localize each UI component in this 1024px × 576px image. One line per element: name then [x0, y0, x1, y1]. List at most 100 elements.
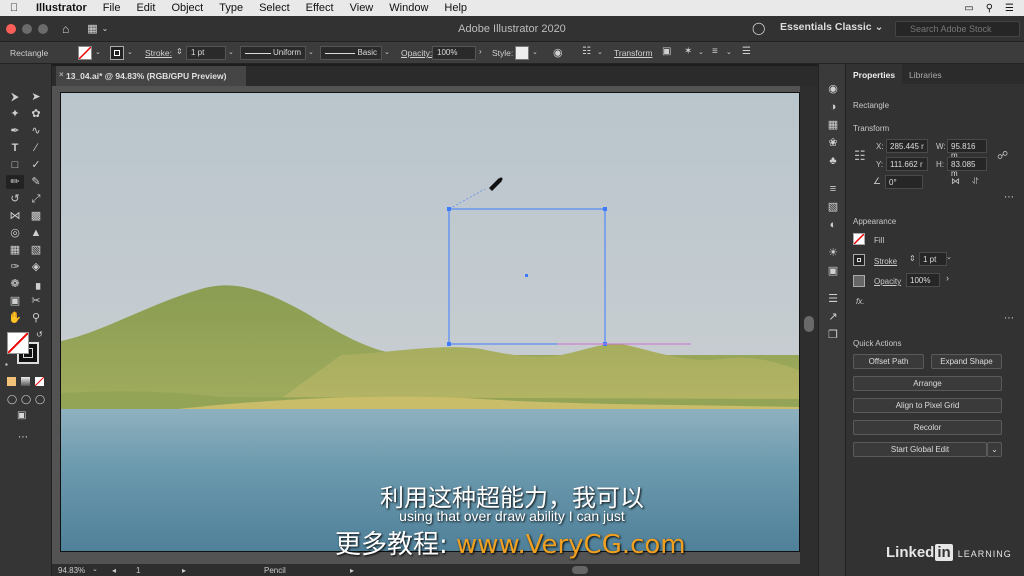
w-input[interactable]: 95.816 m — [947, 139, 987, 160]
chevron-down-icon[interactable]: ⌄ — [726, 48, 732, 56]
chevron-right-icon[interactable]: › — [479, 47, 482, 56]
default-fill-stroke-icon[interactable]: ▪ — [5, 360, 8, 369]
menu-file[interactable]: File — [95, 2, 129, 14]
stroke-label[interactable]: Stroke: — [145, 48, 172, 58]
chevron-down-icon[interactable]: ⌄ — [228, 48, 234, 56]
brush-definition-select[interactable]: Basic — [320, 46, 382, 60]
more-tools-icon[interactable]: ⋯ — [18, 432, 28, 443]
hand-tool-icon[interactable]: ✋ — [6, 311, 24, 325]
magic-wand-tool-icon[interactable]: ✦ — [6, 107, 24, 121]
offset-path-button[interactable]: Offset Path — [853, 354, 924, 369]
recolor-artwork-icon[interactable]: ◉ — [553, 46, 563, 59]
swatches-icon[interactable]: ▦ — [825, 118, 841, 132]
status-menu-icon[interactable]: ▸ — [350, 566, 354, 575]
chevron-down-icon[interactable]: ⌄ — [102, 24, 109, 33]
graphic-styles-icon[interactable]: ▣ — [825, 264, 841, 278]
tab-libraries[interactable]: Libraries — [902, 64, 949, 84]
chevron-down-icon[interactable]: ⌄ — [127, 48, 133, 56]
adobe-stock-search-input[interactable]: Search Adobe Stock — [895, 21, 1020, 37]
close-window-button[interactable] — [6, 23, 16, 34]
type-tool-icon[interactable]: T — [6, 141, 24, 155]
y-input[interactable]: 111.662 r — [886, 157, 928, 171]
none-mode-icon[interactable] — [35, 377, 44, 386]
artboards-icon[interactable]: ❐ — [825, 328, 841, 342]
tab-properties[interactable]: Properties — [846, 64, 903, 84]
constrain-proportions-icon[interactable]: ☍ — [997, 149, 1008, 162]
current-tool-status[interactable]: Pencil — [264, 566, 286, 575]
stroke-link[interactable]: Stroke — [874, 257, 897, 266]
gradient-panel-icon[interactable]: ▧ — [825, 200, 841, 214]
fill-color-swatch[interactable] — [7, 332, 29, 354]
appearance-panel-icon[interactable]: ☀ — [825, 246, 841, 260]
free-transform-tool-icon[interactable]: ▩ — [27, 209, 45, 223]
opacity-label[interactable]: Opacity: — [401, 48, 432, 58]
blend-tool-icon[interactable]: ◈ — [27, 260, 45, 274]
eyedropper-tool-icon[interactable]: ✑ — [6, 260, 24, 274]
layers-icon[interactable]: ☰ — [825, 292, 841, 306]
symbol-sprayer-tool-icon[interactable]: ❁ — [6, 277, 24, 291]
style-swatch[interactable] — [515, 46, 529, 60]
pen-tool-icon[interactable]: ✒ — [6, 124, 24, 138]
draw-inside-icon[interactable]: ◯ — [35, 394, 45, 405]
align-to-pixel-grid-button[interactable]: Align to Pixel Grid — [853, 398, 1002, 413]
screen-mode-icon[interactable]: ▣ — [17, 410, 26, 421]
minimize-window-button[interactable] — [22, 23, 32, 34]
home-icon[interactable]: ⌂ — [62, 22, 69, 36]
menu-window[interactable]: Window — [381, 2, 436, 14]
stroke-swatch[interactable] — [110, 46, 124, 60]
chevron-down-icon[interactable]: ⌄ — [597, 48, 603, 56]
document-tab[interactable]: × 13_04.ai* @ 94.83% (RGB/GPU Preview) — [56, 66, 246, 86]
menu-object[interactable]: Object — [163, 2, 211, 14]
draw-normal-icon[interactable]: ◯ — [7, 394, 17, 405]
expand-shape-button[interactable]: Expand Shape — [931, 354, 1002, 369]
selection-tool-icon[interactable]: ⮞ — [6, 90, 24, 104]
chevron-down-icon[interactable]: ⌄ — [698, 48, 704, 56]
flip-horizontal-icon[interactable]: ⋈ — [951, 176, 960, 187]
chevron-down-icon[interactable]: ⌄ — [308, 48, 314, 56]
panel-menu-icon[interactable]: ☰ — [742, 46, 751, 57]
brushes-icon[interactable]: ❀ — [825, 136, 841, 150]
gradient-mode-icon[interactable] — [21, 377, 30, 386]
width-tool-icon[interactable]: ⋈ — [6, 209, 24, 223]
opacity-link[interactable]: Opacity — [874, 277, 901, 286]
variable-width-profile-select[interactable]: Uniform — [240, 46, 306, 60]
appearance-stroke-swatch[interactable] — [853, 254, 865, 266]
menu-app-name[interactable]: Illustrator — [28, 2, 95, 14]
search-icon[interactable]: ⚲ — [986, 3, 993, 14]
recolor-button[interactable]: Recolor — [853, 420, 1002, 435]
scrollbar-thumb[interactable] — [804, 316, 814, 332]
transform-link[interactable]: Transform — [614, 48, 652, 58]
lasso-tool-icon[interactable]: ✿ — [27, 107, 45, 121]
artboard-number[interactable]: 1 — [136, 566, 140, 575]
menu-edit[interactable]: Edit — [128, 2, 163, 14]
gradient-tool-icon[interactable]: ▧ — [27, 243, 45, 257]
artboard-tool-icon[interactable]: ▣ — [6, 294, 24, 308]
chevron-down-icon[interactable]: ⌄ — [532, 48, 538, 56]
stroke-panel-icon[interactable]: ≡ — [825, 182, 841, 196]
fill-swatch[interactable] — [78, 46, 92, 60]
reference-point-icon[interactable]: ☷ — [854, 148, 866, 164]
color-mode-icon[interactable] — [7, 377, 16, 386]
pencil-tool-icon[interactable]: ✏ — [6, 175, 24, 189]
column-graph-tool-icon[interactable]: ▗ — [27, 277, 45, 291]
more-options-icon[interactable]: ⋯ — [1004, 192, 1014, 203]
zoom-level[interactable]: 94.83% — [58, 566, 85, 575]
workspace-switcher[interactable]: Essentials Classic ⌄ — [780, 21, 883, 33]
rotate-tool-icon[interactable]: ↺ — [6, 192, 24, 206]
menu-effect[interactable]: Effect — [298, 2, 342, 14]
swap-fill-stroke-icon[interactable]: ↺ — [36, 330, 43, 339]
next-artboard-icon[interactable]: ▸ — [182, 566, 186, 575]
x-input[interactable]: 285.445 r — [886, 139, 928, 153]
stepper-icon[interactable]: ⇕ — [176, 47, 183, 56]
color-guide-icon[interactable]: ◑ — [825, 100, 841, 114]
appearance-fill-swatch[interactable] — [853, 233, 865, 245]
menu-help[interactable]: Help — [436, 2, 475, 14]
list-icon[interactable]: ☰ — [1005, 3, 1014, 14]
h-input[interactable]: 83.085 m — [947, 157, 987, 178]
start-global-edit-button[interactable]: Start Global Edit — [853, 442, 987, 457]
transparency-icon[interactable]: ◐ — [825, 218, 841, 232]
isolate-icon[interactable]: ▣ — [662, 46, 671, 57]
menu-view[interactable]: View — [342, 2, 382, 14]
arrange-documents-icon[interactable]: ▦ — [87, 22, 97, 35]
slice-tool-icon[interactable]: ✂ — [27, 294, 45, 308]
